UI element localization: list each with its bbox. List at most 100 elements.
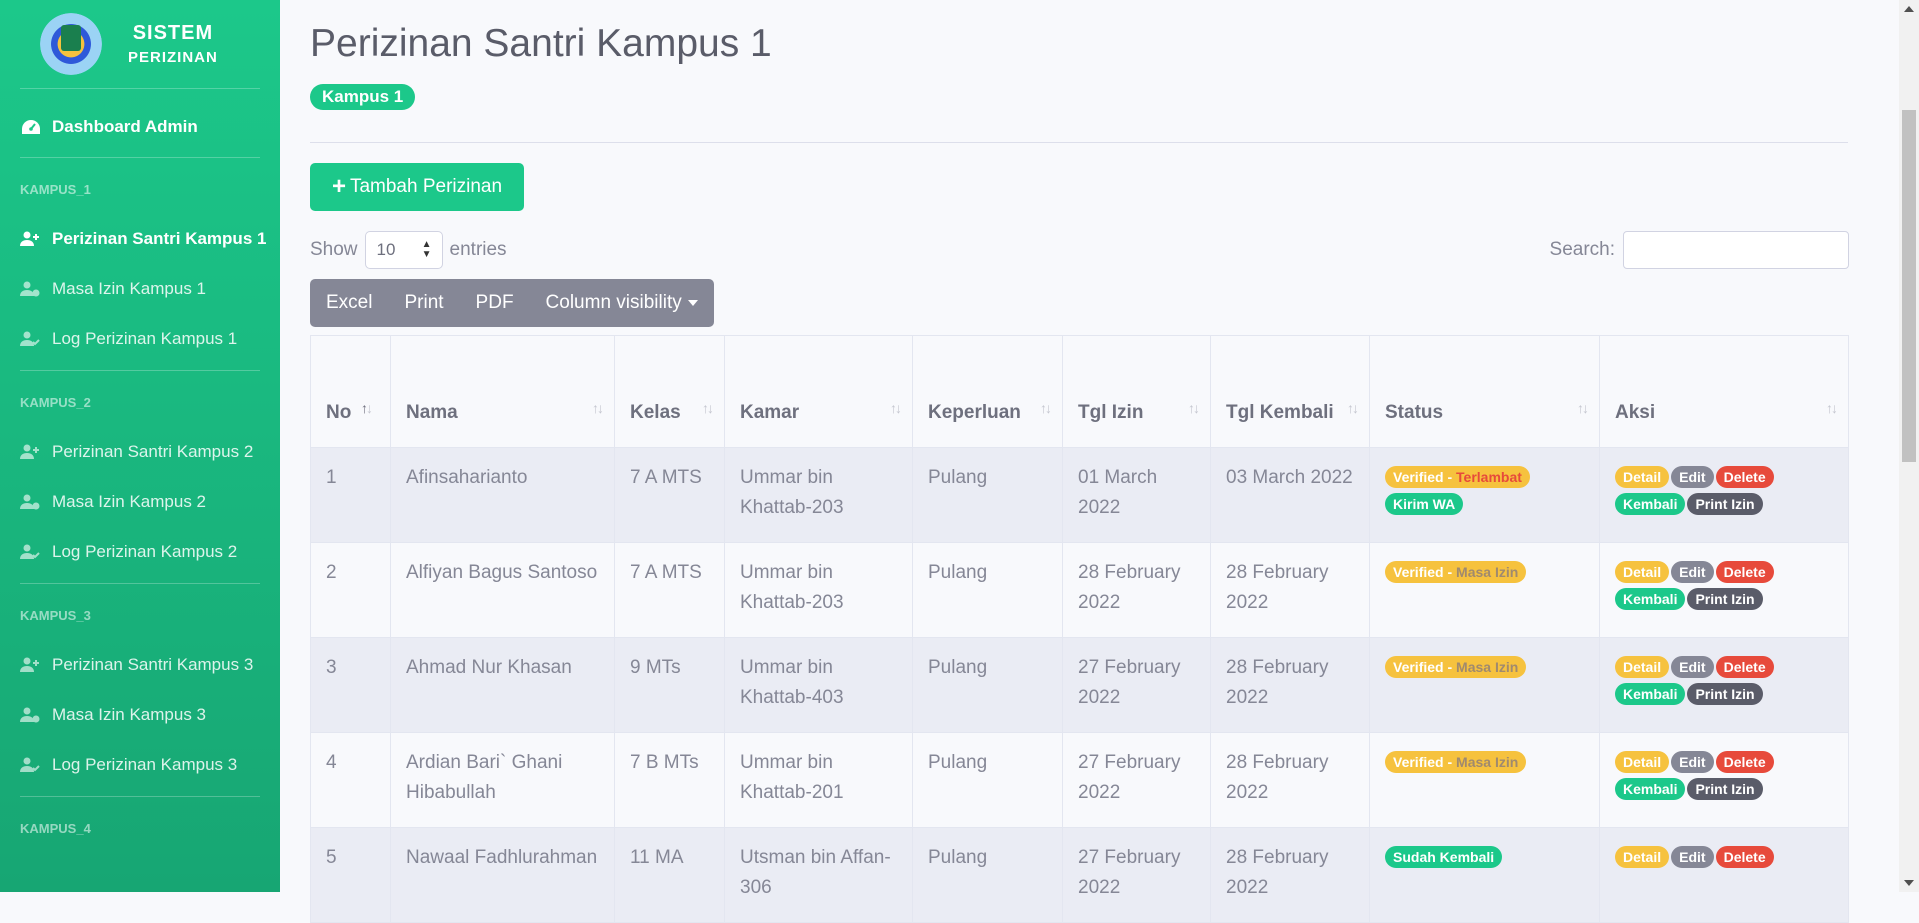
return-button[interactable]: Kembali (1615, 683, 1686, 705)
detail-button[interactable]: Detail (1615, 561, 1670, 583)
sidebar-item-dashboard[interactable]: Dashboard Admin (0, 97, 280, 157)
print-button[interactable]: Print (388, 279, 459, 327)
vertical-scrollbar[interactable] (1899, 0, 1919, 892)
user-check-icon (20, 330, 42, 348)
delete-button[interactable]: Delete (1715, 656, 1774, 678)
cell-no: 1 (310, 447, 391, 543)
print-permit-button[interactable]: Print Izin (1687, 683, 1763, 705)
column-header[interactable]: Kamar ↑↓ (724, 335, 913, 448)
sidebar-item-kampus3-3[interactable]: Log Perizinan Kampus 3 (0, 740, 280, 790)
cell-keperluan: Pulang (912, 447, 1063, 543)
cell-kamar: Ummar bin Khattab-203 (724, 542, 913, 638)
print-permit-button[interactable]: Print Izin (1687, 588, 1763, 610)
edit-button[interactable]: Edit (1671, 751, 1714, 773)
cell-nama: Ardian Bari` Ghani Hibabullah (390, 732, 615, 828)
sidebar-item-kampus2-3[interactable]: Log Perizinan Kampus 2 (0, 527, 280, 577)
sidebar-item-kampus2-1[interactable]: Perizinan Santri Kampus 2 (0, 427, 280, 477)
cell-tgl-kembali: 28 February 2022 (1210, 542, 1370, 638)
sidebar-item-label: Masa Izin Kampus 2 (52, 492, 207, 511)
cell-nama: Afinsaharianto (390, 447, 615, 543)
column-visibility-button[interactable]: Column visibility (530, 279, 714, 327)
search-input[interactable] (1623, 231, 1849, 269)
table-row: 3 Ahmad Nur Khasan 9 MTs Ummar bin Khattab-… (310, 637, 1849, 733)
cell-status: Verified - Masa Izin (1369, 732, 1600, 828)
column-header[interactable]: No ↑↓ (310, 335, 391, 448)
column-header-label: Status (1385, 402, 1444, 423)
delete-button[interactable]: Delete (1715, 561, 1774, 583)
pdf-button[interactable]: PDF (460, 279, 530, 327)
cell-tgl-kembali: 03 March 2022 (1210, 447, 1370, 543)
cell-nama: Nawaal Fadhlurahman (390, 827, 615, 923)
user-clock-icon (20, 280, 42, 298)
brand-text: SISTEM PERIZINAN (128, 22, 218, 66)
search-control: Search: (1550, 231, 1849, 269)
status-main: Verified - (1393, 469, 1457, 485)
column-header-label: Kelas (630, 402, 681, 423)
delete-button[interactable]: Delete (1715, 466, 1774, 488)
sidebar-item-kampus3-2[interactable]: Masa Izin Kampus 3 (0, 690, 280, 740)
detail-button[interactable]: Detail (1615, 751, 1670, 773)
brand[interactable]: SISTEM PERIZINAN (0, 0, 280, 88)
user-clock-icon (20, 493, 42, 511)
sidebar-item-kampus2-2[interactable]: Masa Izin Kampus 2 (0, 477, 280, 527)
column-header[interactable]: Aksi ↑↓ (1599, 335, 1849, 448)
sidebar-item-label: Log Perizinan Kampus 1 (52, 329, 238, 348)
cell-tgl-kembali: 28 February 2022 (1210, 732, 1370, 828)
sidebar-item-kampus1-1[interactable]: Perizinan Santri Kampus 1 (0, 214, 280, 264)
edit-button[interactable]: Edit (1671, 656, 1714, 678)
return-button[interactable]: Kembali (1615, 493, 1686, 515)
search-label: Search: (1549, 239, 1615, 260)
cell-kamar: Ummar bin Khattab-403 (724, 637, 913, 733)
main-content: Perizinan Santri Kampus 1 Kampus 1 + Tam… (280, 0, 1879, 923)
add-permit-label: Tambah Perizinan (349, 176, 503, 197)
sort-icon: ↑↓ (1040, 400, 1052, 416)
print-permit-button[interactable]: Print Izin (1687, 493, 1763, 515)
cell-actions: Detail Edit Delete Kembali Print Izin (1599, 732, 1849, 828)
column-header-label: No (326, 402, 352, 423)
column-header[interactable]: Tgl Kembali ↑↓ (1210, 335, 1370, 448)
show-label: Show (310, 239, 358, 260)
sidebar-item-label: Dashboard Admin (52, 117, 198, 136)
scroll-down-icon[interactable] (1904, 880, 1914, 886)
print-permit-button[interactable]: Print Izin (1687, 778, 1763, 800)
status-badge: Verified - Masa Izin (1385, 656, 1527, 678)
scroll-up-icon[interactable] (1904, 6, 1914, 12)
sidebar-item-label: Perizinan Santri Kampus 3 (52, 655, 254, 674)
return-button[interactable]: Kembali (1615, 778, 1686, 800)
excel-button[interactable]: Excel (310, 279, 388, 327)
status-badge: Verified - Masa Izin (1385, 561, 1527, 583)
table-header-row: No ↑↓ Nama ↑↓ Kelas ↑↓ Kamar ↑↓ Keperluan ↑↓ Tgl I… (310, 335, 1849, 448)
detail-button[interactable]: Detail (1615, 466, 1670, 488)
sort-icon: ↑↓ (1347, 400, 1359, 416)
column-header[interactable]: Nama ↑↓ (390, 335, 615, 448)
delete-button[interactable]: Delete (1715, 751, 1774, 773)
tachometer-icon (20, 118, 42, 136)
edit-button[interactable]: Edit (1671, 466, 1714, 488)
cell-tgl-izin: 27 February 2022 (1062, 637, 1211, 733)
scrollbar-thumb[interactable] (1902, 110, 1916, 462)
logo-icon (40, 13, 102, 75)
cell-kamar: Ummar bin Khattab-201 (724, 732, 913, 828)
brand-title: SISTEM (132, 22, 214, 44)
status-main: Verified - (1393, 659, 1457, 675)
status-badge: Sudah Kembali (1385, 846, 1503, 868)
entries-select[interactable]: 10 ▲ ▼ (364, 231, 443, 269)
detail-button[interactable]: Detail (1615, 846, 1670, 868)
sidebar-item-kampus1-2[interactable]: Masa Izin Kampus 1 (0, 264, 280, 314)
edit-button[interactable]: Edit (1671, 846, 1714, 868)
detail-button[interactable]: Detail (1615, 656, 1670, 678)
column-header[interactable]: Tgl Izin ↑↓ (1062, 335, 1211, 448)
edit-button[interactable]: Edit (1671, 561, 1714, 583)
sidebar-item-kampus3-1[interactable]: Perizinan Santri Kampus 3 (0, 640, 280, 690)
delete-button[interactable]: Delete (1715, 846, 1774, 868)
column-header[interactable]: Status ↑↓ (1369, 335, 1600, 448)
send-whatsapp-button[interactable]: Kirim WA (1385, 493, 1464, 515)
sidebar-item-kampus1-3[interactable]: Log Perizinan Kampus 1 (0, 314, 280, 364)
column-header[interactable]: Kelas ↑↓ (614, 335, 725, 448)
sidebar-item-label: Log Perizinan Kampus 2 (52, 542, 238, 561)
table-row: 1 Afinsaharianto 7 A MTS Ummar bin Khattab-… (310, 447, 1849, 543)
column-header[interactable]: Keperluan ↑↓ (912, 335, 1063, 448)
return-button[interactable]: Kembali (1615, 588, 1686, 610)
add-permit-button[interactable]: + Tambah Perizinan (310, 163, 524, 211)
cell-actions: Detail Edit Delete Kembali Print Izin (1599, 447, 1849, 543)
